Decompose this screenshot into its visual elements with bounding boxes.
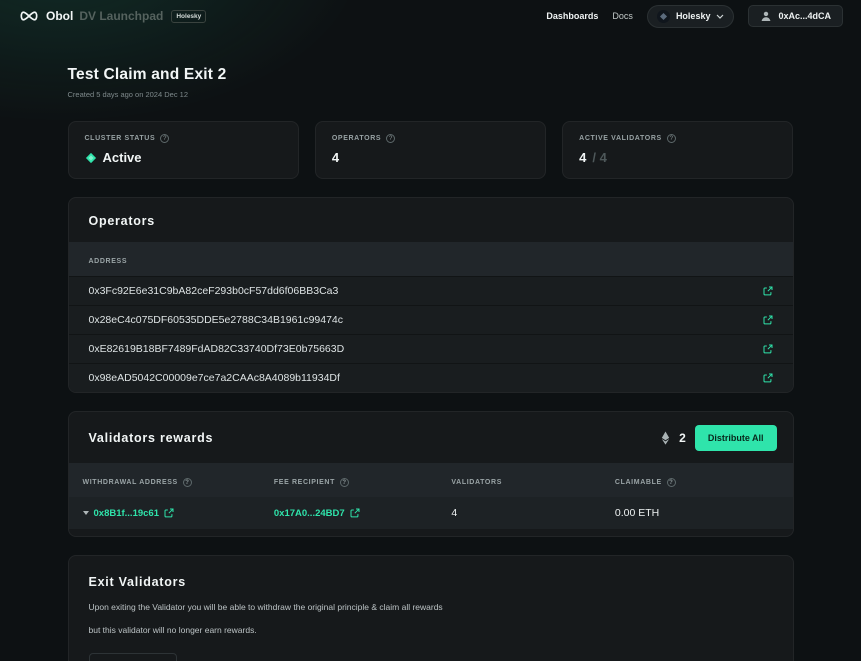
wallet-address-label: 0xAc...4dCA: [778, 11, 831, 21]
operator-row: 0x28eC4c075DF60535DDE5e2788C34B1961c9947…: [69, 305, 793, 334]
operator-address: 0x98eAD5042C00009e7ce7a2CAAc8A4089b11934…: [89, 372, 340, 384]
help-icon[interactable]: [386, 134, 395, 143]
rewards-table-row: 0x8B1f...19c61 0x17A0...24BD7 4 0.00 ETH: [69, 497, 793, 529]
expand-row-caret-icon[interactable]: [83, 511, 89, 515]
operator-address: 0x28eC4c075DF60535DDE5e2788C34B1961c9947…: [89, 314, 344, 326]
active-validators-value: 4: [579, 150, 586, 165]
brand-product: DV Launchpad: [79, 9, 163, 23]
wallet-button[interactable]: 0xAc...4dCA: [748, 5, 843, 27]
distribute-all-button[interactable]: Distribute All: [695, 425, 777, 451]
brand-name: Obol: [46, 9, 73, 23]
exit-card-title: Exit Validators: [89, 575, 773, 589]
operator-row: 0x98eAD5042C00009e7ce7a2CAAc8A4089b11934…: [69, 363, 793, 392]
withdrawal-address-column: WITHDRAWAL ADDRESS: [83, 478, 192, 487]
active-validators-label: ACTIVE VALIDATORS: [579, 135, 662, 142]
claimable-column: CLAIMABLE: [615, 478, 676, 487]
external-link-icon[interactable]: [164, 508, 174, 518]
validators-count-cell: 4: [451, 507, 457, 519]
avatar-icon: [760, 10, 772, 22]
address-column-header: ADDRESS: [89, 258, 128, 265]
claimable-amount-cell: 0.00 ETH: [615, 507, 659, 519]
network-badge: Holesky: [171, 10, 206, 23]
page-title: Test Claim and Exit 2: [68, 66, 794, 84]
help-icon[interactable]: [160, 134, 169, 143]
validators-rewards-card: Validators rewards 2 Distribute All WITH…: [68, 411, 794, 537]
stat-cards-row: CLUSTER STATUS Active OPERATORS 4: [68, 121, 794, 179]
cluster-status-label: CLUSTER STATUS: [85, 135, 156, 142]
nav-dashboards[interactable]: Dashboards: [546, 11, 598, 21]
help-icon[interactable]: [340, 478, 349, 487]
gem-icon: [85, 152, 97, 164]
external-link-icon[interactable]: [350, 508, 360, 518]
cluster-status-card: CLUSTER STATUS Active: [68, 121, 299, 179]
operators-card-title: Operators: [69, 198, 793, 242]
operator-row: 0xE82619B18BF7489FdAD82C33740Df73E0b7566…: [69, 334, 793, 363]
topbar-actions: Dashboards Docs Holesky 0xAc...4dCA: [546, 5, 843, 28]
obol-logo-icon: [18, 10, 40, 22]
withdrawal-address-link[interactable]: 0x8B1f...19c61: [94, 508, 160, 519]
external-link-icon[interactable]: [763, 315, 773, 325]
operators-count-label: OPERATORS: [332, 135, 381, 142]
fee-recipient-column: FEE RECIPIENT: [274, 478, 349, 487]
operators-table-header: ADDRESS: [69, 242, 793, 276]
network-selector-button[interactable]: Holesky: [647, 5, 735, 28]
network-selector-label: Holesky: [676, 11, 711, 21]
active-validators-card: ACTIVE VALIDATORS 4 / 4: [562, 121, 793, 179]
validators-column: VALIDATORS: [451, 479, 502, 486]
eth-icon: [661, 431, 670, 445]
operator-address: 0xE82619B18BF7489FdAD82C33740Df73E0b7566…: [89, 343, 345, 355]
help-icon[interactable]: [667, 478, 676, 487]
help-icon[interactable]: [667, 134, 676, 143]
external-link-icon[interactable]: [763, 344, 773, 354]
brand[interactable]: Obol DV Launchpad Holesky: [18, 9, 206, 23]
exit-validators-button[interactable]: Exit Validators: [89, 653, 178, 661]
network-icon: [657, 10, 670, 23]
cluster-status-value: Active: [103, 150, 142, 165]
external-link-icon[interactable]: [763, 286, 773, 296]
operator-address: 0x3Fc92E6e31C9bA82ceF293b0cF57dd6f06BB3C…: [89, 285, 339, 297]
operators-count-value: 4: [332, 150, 339, 165]
operator-row: 0x3Fc92E6e31C9bA82ceF293b0cF57dd6f06BB3C…: [69, 276, 793, 305]
fee-recipient-link[interactable]: 0x17A0...24BD7: [274, 508, 345, 519]
active-validators-total: / 4: [592, 150, 606, 165]
pending-rewards-count: 2: [679, 431, 686, 445]
chevron-down-icon: [716, 14, 724, 19]
page-header: Test Claim and Exit 2 Created 5 days ago…: [68, 66, 794, 99]
rewards-table-header: WITHDRAWAL ADDRESS FEE RECIPIENT VALIDAT…: [69, 463, 793, 497]
top-navigation-bar: Obol DV Launchpad Holesky Dashboards Doc…: [0, 0, 861, 32]
help-icon[interactable]: [183, 478, 192, 487]
exit-validators-card: Exit Validators Upon exiting the Validat…: [68, 555, 794, 661]
page-subtitle: Created 5 days ago on 2024 Dec 12: [68, 90, 794, 99]
rewards-card-title: Validators rewards: [89, 431, 214, 445]
exit-description-line1: Upon exiting the Validator you will be a…: [89, 602, 773, 614]
exit-description-line2: but this validator will no longer earn r…: [89, 625, 773, 637]
external-link-icon[interactable]: [763, 373, 773, 383]
nav-docs[interactable]: Docs: [612, 11, 633, 21]
operators-card: Operators ADDRESS 0x3Fc92E6e31C9bA82ceF2…: [68, 197, 794, 393]
operators-count-card: OPERATORS 4: [315, 121, 546, 179]
